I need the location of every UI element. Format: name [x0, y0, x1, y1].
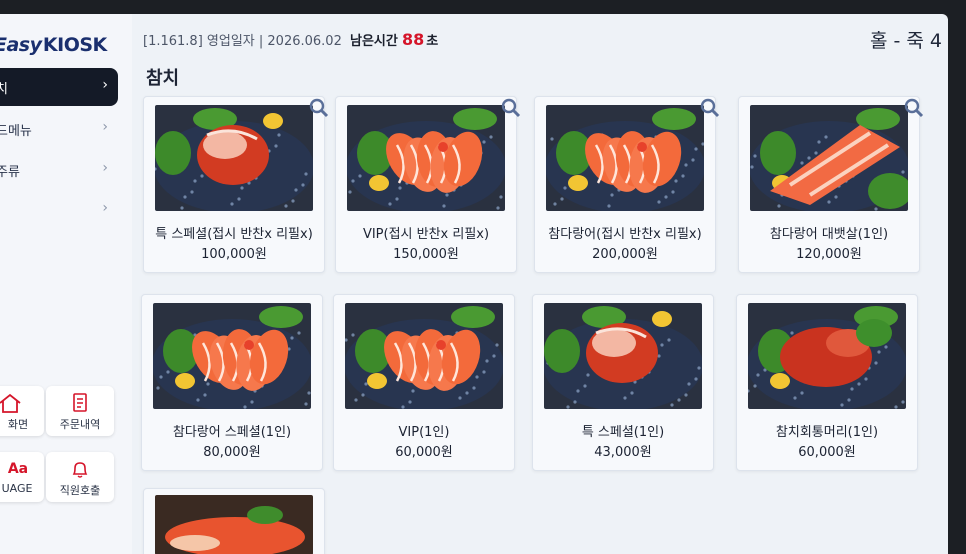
product-card[interactable]: VIP(1인) 60,000원 — [333, 294, 515, 471]
product-image — [153, 303, 311, 409]
chevron-right-icon: › — [102, 77, 108, 93]
product-price: 200,000원 — [592, 247, 658, 262]
order-history-button[interactable]: 주문내역 — [46, 386, 114, 436]
business-day: 2026.06.02 — [267, 34, 342, 49]
product-price: 100,000원 — [201, 247, 267, 262]
product-price: 60,000원 — [798, 445, 856, 460]
section-title: 참치 — [146, 68, 180, 89]
product-name: VIP(1인) — [398, 425, 450, 440]
bell-icon — [72, 462, 88, 478]
product-name: 참다랑어(접시 반찬x 리필x) — [548, 227, 702, 242]
kiosk-screen: Easy KIOSK 치 › 드메뉴 › 주류 › › 화면 — [0, 14, 948, 554]
product-card[interactable]: 특 스페셜(접시 반찬x 리필x) 100,000원 — [143, 96, 329, 273]
product-name: VIP(접시 반찬x 리필x) — [362, 227, 490, 242]
business-day-label: 영업일자 — [206, 34, 255, 49]
product-price: 60,000원 — [395, 445, 453, 460]
sidebar-category-tuna[interactable]: 치 › — [0, 68, 118, 106]
product-image — [155, 495, 313, 554]
zoom-icon[interactable] — [699, 97, 721, 119]
remaining-time-label: 남은시간 — [349, 34, 398, 49]
zoom-icon[interactable] — [903, 97, 925, 119]
receipt-icon — [73, 393, 87, 412]
product-card[interactable]: 참다랑어 대뱃살(1인) 120,000원 — [738, 96, 924, 273]
product-name: 특 스페셜(접시 반찬x 리필x) — [155, 227, 313, 242]
sidebar-category-label: 드메뉴 — [0, 123, 32, 139]
table-label: 홀 - 죽 4 — [869, 30, 942, 52]
language-button[interactable]: Aa UAGE — [0, 452, 44, 502]
remaining-time-value: 88 — [401, 30, 425, 49]
product-image — [750, 105, 908, 211]
sidebar: Easy KIOSK 치 › 드메뉴 › 주류 › › 화면 — [0, 14, 132, 554]
language-icon: Aa — [7, 461, 29, 477]
sidebar-category-side-menu[interactable]: 드메뉴 › — [0, 110, 118, 148]
chevron-right-icon: › — [102, 200, 108, 216]
remaining-time-unit: 초 — [426, 34, 439, 49]
sidebar-category-label: 주류 — [0, 164, 20, 180]
zoom-icon[interactable] — [500, 97, 522, 119]
chevron-right-icon: › — [102, 119, 108, 135]
product-card-partial[interactable] — [143, 488, 325, 554]
product-image — [544, 303, 702, 409]
sidebar-category-label: 치 — [0, 81, 8, 97]
app-version: [1.161.8] — [143, 34, 203, 49]
product-name: 참다랑어 대뱃살(1인) — [769, 227, 889, 242]
chevron-right-icon: › — [102, 160, 108, 176]
product-card[interactable]: 참다랑어 스페셜(1인) 80,000원 — [141, 294, 323, 471]
status-bar: [1.161.8] 영업일자 | 2026.06.02 남은시간 88 초 — [143, 30, 439, 49]
product-card[interactable]: 특 스페셜(1인) 43,000원 — [532, 294, 714, 471]
product-card[interactable]: VIP(접시 반찬x 리필x) 150,000원 — [335, 96, 521, 273]
product-image — [345, 303, 503, 409]
product-card[interactable]: 참다랑어(접시 반찬x 리필x) 200,000원 — [534, 96, 720, 273]
product-price: 120,000원 — [796, 247, 862, 262]
call-staff-button[interactable]: 직원호출 — [46, 452, 114, 502]
product-image — [546, 105, 704, 211]
product-price: 43,000원 — [594, 445, 652, 460]
product-name: 특 스페셜(1인) — [581, 425, 665, 440]
product-image — [347, 105, 505, 211]
zoom-icon[interactable] — [308, 97, 330, 119]
product-image — [155, 105, 313, 211]
product-price: 80,000원 — [203, 445, 261, 460]
sidebar-category-other[interactable]: › — [0, 191, 118, 229]
sidebar-category-drinks[interactable]: 주류 › — [0, 151, 118, 189]
product-price: 150,000원 — [393, 247, 459, 262]
home-icon — [0, 393, 21, 413]
product-name: 참치회통머리(1인) — [775, 425, 879, 440]
product-name: 참다랑어 스페셜(1인) — [172, 425, 292, 440]
kiosk-logo: Easy KIOSK — [0, 34, 107, 56]
home-screen-button[interactable]: 화면 — [0, 386, 44, 436]
product-image — [748, 303, 906, 409]
product-card[interactable]: 참치회통머리(1인) 60,000원 — [736, 294, 918, 471]
